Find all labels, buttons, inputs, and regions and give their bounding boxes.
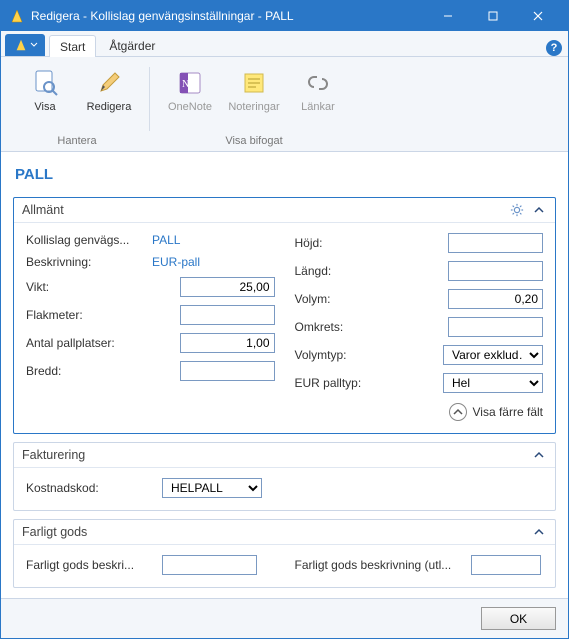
val-beskrivning[interactable]: EUR-pall <box>152 255 275 269</box>
ribbon-onenote-button[interactable]: N OneNote <box>160 63 220 133</box>
ribbon-redigera-button[interactable]: Redigera <box>79 63 139 133</box>
chevron-up-circle-icon <box>449 403 467 421</box>
lbl-hojd: Höjd: <box>295 236 415 250</box>
content-area: PALL Allmänt Kollislag ge <box>1 152 568 598</box>
ribbon-visa-label: Visa <box>34 101 55 129</box>
ribbon-redigera-label: Redigera <box>87 101 132 129</box>
lbl-vikt: Vikt: <box>26 280 146 294</box>
footer: OK <box>1 598 568 638</box>
ribbon-onenote-label: OneNote <box>168 101 212 129</box>
panel-farligtgods: Farligt gods Farligt gods beskri... <box>13 519 556 588</box>
lbl-volymtyp: Volymtyp: <box>295 348 415 362</box>
input-farligt-utl[interactable] <box>471 555 541 575</box>
minimize-button[interactable] <box>425 1 470 31</box>
show-fewer-button[interactable]: Visa färre fält <box>26 403 543 421</box>
help-button[interactable]: ? <box>546 40 562 56</box>
val-kollislag[interactable]: PALL <box>152 233 275 247</box>
panel-farligtgods-header[interactable]: Farligt gods <box>14 520 555 545</box>
input-omkrets[interactable] <box>448 317 543 337</box>
close-button[interactable] <box>515 1 560 31</box>
lbl-omkrets: Omkrets: <box>295 320 415 334</box>
chevron-up-icon[interactable] <box>531 524 547 540</box>
lbl-beskrivning: Beskrivning: <box>26 255 146 269</box>
panel-fakturering-header[interactable]: Fakturering <box>14 443 555 468</box>
ribbon-group-hantera-title: Hantera <box>57 133 96 151</box>
panel-fakturering-title: Fakturering <box>22 448 85 462</box>
ribbon-group-hantera: Visa Redigera Hantera <box>9 63 145 151</box>
input-bredd[interactable] <box>180 361 275 381</box>
app-menu-button[interactable] <box>5 34 45 56</box>
tab-atgarder[interactable]: Åtgärder <box>98 34 166 56</box>
lbl-kollislag: Kollislag genvägs... <box>26 233 146 247</box>
select-eurpalltyp[interactable]: Hel <box>443 373 543 393</box>
lbl-farligt-sv: Farligt gods beskri... <box>26 558 156 572</box>
lbl-volym: Volym: <box>295 292 415 306</box>
ribbon-group-visa-bifogat: N OneNote Noteringar Länkar Vis <box>154 63 354 151</box>
window-title: Redigera - Kollislag genvängsinställning… <box>31 9 425 23</box>
input-antal[interactable] <box>180 333 275 353</box>
titlebar: Redigera - Kollislag genvängsinställning… <box>1 1 568 31</box>
ribbon-tabs: Start Åtgärder ? <box>1 31 568 57</box>
select-kostnadskod[interactable]: HELPALL <box>162 478 262 498</box>
panel-allmant: Allmänt Kollislag genvägs... PALL <box>13 197 556 434</box>
app-icon <box>9 8 25 24</box>
lbl-eurpalltyp: EUR palltyp: <box>295 376 415 390</box>
ribbon-noteringar-button[interactable]: Noteringar <box>224 63 284 133</box>
ribbon-separator <box>149 67 150 131</box>
input-langd[interactable] <box>448 261 543 281</box>
sticky-note-icon <box>238 67 270 99</box>
ribbon-visa-button[interactable]: Visa <box>15 63 75 133</box>
page-title: PALL <box>15 166 556 183</box>
panel-fakturering: Fakturering Kostnadskod: HELPALL <box>13 442 556 511</box>
pencil-icon <box>93 67 125 99</box>
ribbon-lankar-button[interactable]: Länkar <box>288 63 348 133</box>
chevron-down-icon <box>30 41 38 49</box>
tab-label-atgarder: Åtgärder <box>109 39 155 53</box>
input-farligt-sv[interactable] <box>162 555 257 575</box>
lbl-farligt-utl: Farligt gods beskrivning (utl... <box>295 558 465 572</box>
input-vikt[interactable] <box>180 277 275 297</box>
input-hojd[interactable] <box>448 233 543 253</box>
tab-start[interactable]: Start <box>49 35 96 57</box>
lbl-langd: Längd: <box>295 264 415 278</box>
ribbon-lankar-label: Länkar <box>301 101 335 129</box>
magnifier-page-icon <box>29 67 61 99</box>
show-fewer-label: Visa färre fält <box>473 405 543 419</box>
ribbon-noteringar-label: Noteringar <box>228 101 279 129</box>
input-volym[interactable] <box>448 289 543 309</box>
ribbon-body: Visa Redigera Hantera N OneNote <box>1 57 568 152</box>
ok-button[interactable]: OK <box>481 607 556 630</box>
panel-allmant-title: Allmänt <box>22 203 64 217</box>
panel-farligtgods-title: Farligt gods <box>22 525 87 539</box>
select-volymtyp[interactable]: Varor exklud… <box>443 345 543 365</box>
lbl-kostnadskod: Kostnadskod: <box>26 481 156 495</box>
lbl-flakmeter: Flakmeter: <box>26 308 146 322</box>
onenote-icon: N <box>174 67 206 99</box>
svg-text:N: N <box>182 79 189 90</box>
panel-allmant-header[interactable]: Allmänt <box>14 198 555 223</box>
input-flakmeter[interactable] <box>180 305 275 325</box>
ribbon-group-visa-bifogat-title: Visa bifogat <box>225 133 282 151</box>
chevron-up-icon[interactable] <box>531 202 547 218</box>
link-icon <box>302 67 334 99</box>
lbl-bredd: Bredd: <box>26 364 146 378</box>
maximize-button[interactable] <box>470 1 515 31</box>
chevron-up-icon[interactable] <box>531 447 547 463</box>
tab-label-start: Start <box>60 40 85 54</box>
lbl-antal: Antal pallplatser: <box>26 336 146 350</box>
gear-icon[interactable] <box>509 202 525 218</box>
